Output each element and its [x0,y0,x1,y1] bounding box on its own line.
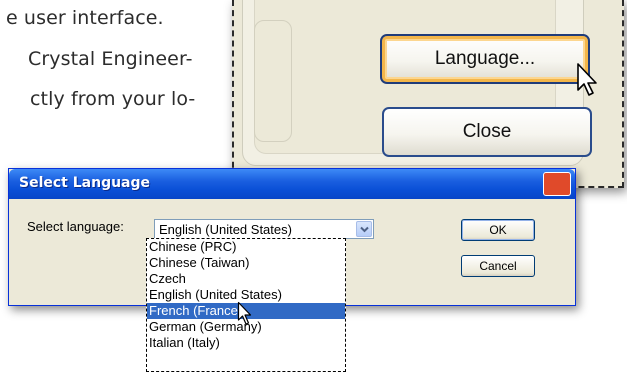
mouse-pointer-icon [577,63,597,96]
close-button[interactable]: Close [382,107,592,157]
document-line-3: ctly from your lo- [30,88,196,110]
list-item[interactable]: Chinese (PRC) [147,239,345,255]
group-frame-edge [254,20,292,142]
ok-button-label: OK [489,223,507,237]
document-line-1: e user interface. [6,7,164,29]
language-button-label: Language... [434,48,536,69]
dialog-title: Select Language [19,175,151,191]
mouse-pointer-icon [237,301,252,325]
zoom-callout: Language... Close [232,0,624,188]
list-item[interactable]: Chinese (Taiwan) [147,255,345,271]
select-language-label: Select language: [27,219,124,234]
document-line-2: Crystal Engineer- [28,48,193,70]
close-button-label: Close [462,121,512,142]
language-combobox[interactable]: English (United States) [154,219,374,239]
list-item[interactable]: Italian (Italy) [147,335,345,351]
language-button[interactable]: Language... [380,34,590,84]
list-item[interactable]: Czech [147,271,345,287]
combo-selected-value: English (United States) [159,222,292,237]
cancel-button-label: Cancel [479,259,517,273]
ok-button[interactable]: OK [461,219,535,241]
chevron-down-icon[interactable] [356,221,372,237]
dialog-titlebar[interactable]: Select Language [9,169,575,199]
window-close-icon[interactable] [543,172,571,196]
cancel-button[interactable]: Cancel [461,255,535,277]
